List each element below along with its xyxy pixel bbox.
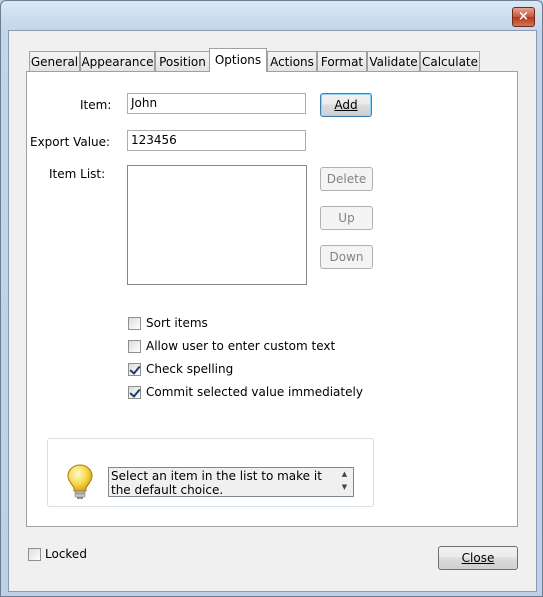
close-button-label: Close — [461, 551, 495, 565]
add-button-label: Add — [334, 98, 358, 112]
add-button[interactable]: Add — [320, 93, 372, 117]
up-button[interactable]: Up — [320, 206, 373, 230]
allow-custom-text-label: Allow user to enter custom text — [146, 339, 336, 353]
window-close-button[interactable]: × — [512, 7, 535, 27]
commit-immediately-checkbox[interactable] — [128, 386, 141, 399]
tab-position[interactable]: Position — [155, 51, 210, 71]
lightbulb-icon — [67, 464, 93, 499]
commit-immediately-label: Commit selected value immediately — [146, 385, 363, 399]
allow-custom-text-checkbox[interactable] — [128, 340, 141, 353]
check-spelling-checkbox[interactable] — [128, 363, 141, 376]
tab-appearance[interactable]: Appearance — [80, 51, 155, 71]
sort-items-label: Sort items — [146, 316, 208, 330]
scroll-down-icon[interactable]: ▼ — [336, 481, 353, 494]
item-input[interactable]: John — [127, 93, 306, 114]
options-panel: Item: John Add Export Value: 123456 Item… — [26, 71, 518, 527]
tab-format[interactable]: Format — [317, 51, 367, 71]
tab-options[interactable]: Options — [209, 48, 267, 72]
export-value-label: Export Value: — [30, 135, 111, 149]
sort-items-checkbox[interactable] — [128, 317, 141, 330]
item-list-box[interactable] — [127, 165, 307, 285]
tab-validate[interactable]: Validate — [367, 51, 420, 71]
tab-calculate[interactable]: Calculate — [420, 51, 480, 71]
tip-scrollbar[interactable]: ▲ ▼ — [336, 468, 353, 496]
down-button[interactable]: Down — [320, 245, 373, 269]
item-label: Item: — [80, 98, 112, 112]
locked-label: Locked — [45, 547, 87, 561]
tab-actions[interactable]: Actions — [267, 51, 317, 71]
close-button[interactable]: Close — [438, 546, 518, 570]
check-spelling-label: Check spelling — [146, 362, 234, 376]
export-value-input[interactable]: 123456 — [127, 130, 306, 151]
tip-text-area[interactable]: Select an item in the list to make it th… — [108, 467, 354, 497]
delete-button[interactable]: Delete — [320, 167, 373, 191]
tip-text: Select an item in the list to make it th… — [111, 469, 322, 497]
scroll-up-icon[interactable]: ▲ — [336, 468, 353, 481]
dialog-client-area: General Appearance Position Options Acti… — [8, 30, 537, 592]
locked-checkbox[interactable] — [28, 548, 41, 561]
options-dialog-window: × General Appearance Position Options Ac… — [0, 0, 543, 597]
tip-box: Select an item in the list to make it th… — [47, 438, 374, 507]
tab-general[interactable]: General — [29, 51, 80, 71]
item-list-label: Item List: — [49, 167, 106, 181]
